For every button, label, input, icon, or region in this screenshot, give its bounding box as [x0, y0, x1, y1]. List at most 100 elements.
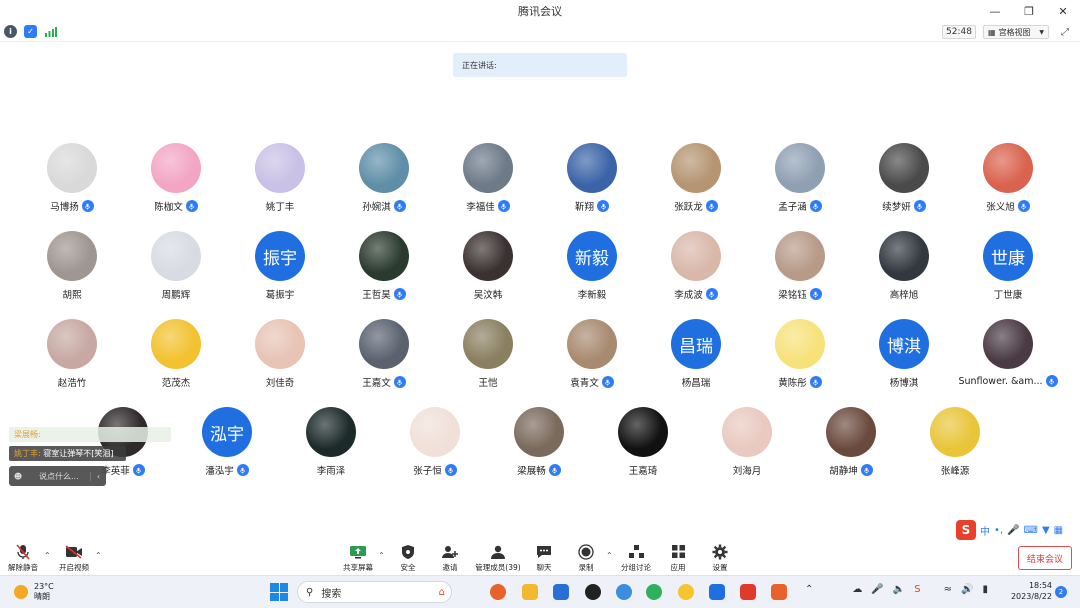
- emoji-icon[interactable]: ☻: [9, 472, 27, 481]
- participant-tile[interactable]: 李福佳: [438, 143, 538, 213]
- participant-tile[interactable]: 新毅 李新毅: [542, 231, 642, 301]
- participant-tile[interactable]: 续梦妍: [854, 143, 954, 213]
- ime-mode[interactable]: 中: [980, 523, 990, 538]
- participant-tile[interactable]: 姚丁丰: [230, 143, 330, 213]
- wps-icon[interactable]: [740, 584, 756, 600]
- mic-icon: [705, 288, 718, 300]
- participant-name-row: 葛振宇: [230, 287, 330, 301]
- participant-tile[interactable]: 泓宇 潘泓宇: [177, 407, 277, 477]
- chevron-up-icon[interactable]: ⌃: [95, 551, 102, 560]
- participant-avatar: [930, 407, 980, 457]
- cloud-icon[interactable]: ☁: [852, 584, 862, 595]
- ime-toolbar[interactable]: S 中 •, 🎤 ⌨ ▼ ▦: [953, 519, 1079, 541]
- participant-tile[interactable]: 张义旭: [958, 143, 1058, 213]
- firefox-icon[interactable]: [490, 584, 506, 600]
- participant-tile[interactable]: 王嘉琦: [593, 407, 693, 477]
- chevron-up-icon[interactable]: ⌃: [606, 551, 613, 560]
- record-icon: [564, 543, 608, 560]
- chevron-left-icon[interactable]: ‹: [90, 471, 106, 481]
- file-explorer-icon[interactable]: [522, 584, 538, 600]
- toolbox-icon[interactable]: ▦: [1054, 525, 1063, 536]
- settings-button[interactable]: 设置: [698, 543, 742, 573]
- wifi-icon[interactable]: ≈: [944, 584, 952, 595]
- security-button[interactable]: 安全: [386, 543, 430, 573]
- participant-tile[interactable]: Sunflower. &am...: [958, 319, 1058, 387]
- participant-tile[interactable]: 振宇 葛振宇: [230, 231, 330, 301]
- participant-avatar: [47, 231, 97, 281]
- participant-name-row: 潘泓宇: [177, 463, 277, 477]
- sogou-tray-icon[interactable]: S: [914, 584, 920, 595]
- battery-icon[interactable]: ▮: [983, 584, 989, 595]
- participant-tile[interactable]: 马博扬: [22, 143, 122, 213]
- participant-tile[interactable]: 高梓旭: [854, 231, 954, 301]
- participant-tile[interactable]: 刘佳奇: [230, 319, 330, 389]
- participant-tile[interactable]: 张峰源: [905, 407, 1005, 477]
- edge-icon[interactable]: [616, 584, 632, 600]
- participant-tile[interactable]: 胡静坤: [801, 407, 901, 477]
- start-video-button[interactable]: 开启视频: [52, 543, 96, 573]
- store-icon[interactable]: [553, 584, 569, 600]
- participant-tile[interactable]: 世康 丁世康: [958, 231, 1058, 301]
- speaker-icon[interactable]: 🔊: [961, 584, 973, 595]
- mic-icon: [601, 376, 614, 388]
- end-meeting-button[interactable]: 结束会议: [1018, 546, 1072, 570]
- participant-name: 杨昌瑞: [681, 378, 711, 389]
- participant-tile[interactable]: 李成波: [646, 231, 746, 301]
- participant-tile[interactable]: 孙婉淇: [334, 143, 434, 213]
- unmute-button[interactable]: 解除静音: [1, 543, 45, 573]
- participant-tile[interactable]: 黄陈彤: [750, 319, 850, 389]
- participant-tile[interactable]: 陈枷文: [126, 143, 226, 213]
- dell-icon[interactable]: [585, 584, 601, 600]
- sogou-icon[interactable]: S: [956, 520, 976, 540]
- skin-icon[interactable]: ▼: [1042, 525, 1050, 536]
- windows-start-icon[interactable]: [270, 583, 288, 601]
- participant-avatar: [359, 143, 409, 193]
- chat-input[interactable]: ☻ 说点什么... ‹: [9, 466, 106, 486]
- apps-button[interactable]: 应用: [656, 543, 700, 573]
- keyboard-icon[interactable]: ⌨: [1024, 525, 1038, 536]
- participant-name: 刘海月: [732, 466, 762, 477]
- meeting-controls: 解除静音 ⌃ 开启视频 ⌃ 共享屏幕 ⌃ 安全 邀请 管理成员(39) 聊天 录…: [0, 541, 1080, 575]
- participant-tile[interactable]: 胡熙: [22, 231, 122, 301]
- participant-tile[interactable]: 昌瑞 杨昌瑞: [646, 319, 746, 389]
- taskbar-search[interactable]: ⚲ 搜索 ⌂: [297, 581, 452, 603]
- participant-tile[interactable]: 博淇 杨博淇: [854, 319, 954, 389]
- weather-widget[interactable]: 23°C 晴朗: [14, 582, 54, 602]
- participant-tile[interactable]: 李雨泽: [281, 407, 381, 477]
- chevron-up-icon[interactable]: ⌃: [378, 551, 385, 560]
- invite-button[interactable]: 邀请: [428, 543, 472, 573]
- participant-tile[interactable]: 王恺: [438, 319, 538, 389]
- chat-button[interactable]: 聊天: [522, 543, 566, 573]
- notification-badge[interactable]: 2: [1055, 586, 1067, 598]
- participant-tile[interactable]: 范茂杰: [126, 319, 226, 389]
- chevron-up-icon[interactable]: ⌃: [44, 551, 51, 560]
- participant-tile[interactable]: 靳翔: [542, 143, 642, 213]
- chrome-icon[interactable]: [678, 584, 694, 600]
- participant-tile[interactable]: 袁青文: [542, 319, 642, 389]
- volume-icon[interactable]: 🔈: [893, 584, 905, 595]
- participant-tile[interactable]: 张跃龙: [646, 143, 746, 213]
- manage-members-button[interactable]: 管理成员(39): [473, 543, 523, 573]
- participant-tile[interactable]: 赵浩竹: [22, 319, 122, 389]
- participant-tile[interactable]: 梁展畅: [489, 407, 589, 477]
- participant-tile[interactable]: 孟子涵: [750, 143, 850, 213]
- mic-icon[interactable]: 🎤: [871, 584, 883, 595]
- participant-tile[interactable]: 王哲昊: [334, 231, 434, 301]
- participant-tile[interactable]: 张子恒: [385, 407, 485, 477]
- taskbar-clock[interactable]: 18:54 2023/8/22: [1002, 580, 1052, 602]
- tencent-meeting-icon[interactable]: [709, 584, 725, 600]
- participant-tile[interactable]: 吴汶韩: [438, 231, 538, 301]
- breakout-rooms-button[interactable]: 分组讨论: [614, 543, 658, 573]
- wechat-icon[interactable]: [646, 584, 662, 600]
- mic-icon[interactable]: 🎤: [1007, 525, 1019, 536]
- participant-tile[interactable]: 梁铭钰: [750, 231, 850, 301]
- punctuation-icon[interactable]: •,: [994, 525, 1003, 536]
- participant-tile[interactable]: 周鹏辉: [126, 231, 226, 301]
- participant-name-row: 王嘉文: [334, 375, 434, 389]
- share-screen-button[interactable]: 共享屏幕: [336, 543, 380, 573]
- player-icon[interactable]: [771, 584, 787, 600]
- record-button[interactable]: 录制: [564, 543, 608, 573]
- participant-tile[interactable]: 刘海月: [697, 407, 797, 477]
- chevron-up-icon[interactable]: ⌃: [805, 584, 813, 595]
- participant-tile[interactable]: 王嘉文: [334, 319, 434, 389]
